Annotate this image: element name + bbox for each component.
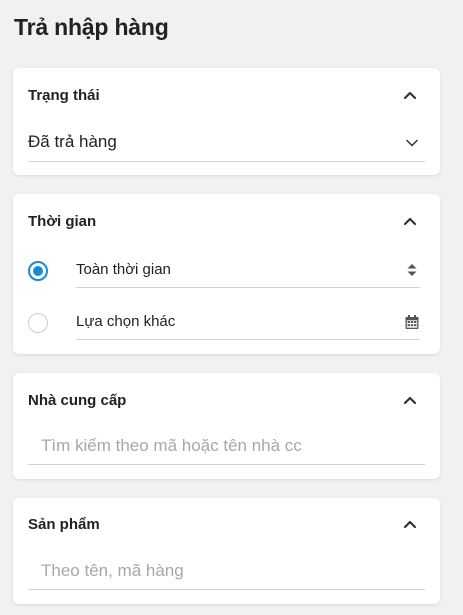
sort-updown-icon[interactable] (404, 262, 420, 278)
page-title: Trả nhập hàng (14, 14, 169, 40)
chevron-up-icon[interactable] (402, 516, 418, 532)
chevron-up-icon[interactable] (402, 392, 418, 408)
radio-custom-time[interactable] (28, 313, 48, 333)
status-panel-title: Trạng thái (28, 87, 100, 104)
time-option-custom-label: Lựa chọn khác (76, 313, 176, 330)
status-filter-panel: Trạng thái Đã trả hàng (13, 68, 440, 175)
chevron-up-icon[interactable] (402, 213, 418, 229)
product-filter-panel: Sản phẩm (13, 498, 440, 604)
time-panel-title: Thời gian (28, 213, 97, 230)
status-select[interactable]: Đã trả hàng (28, 126, 425, 162)
calendar-icon[interactable] (404, 314, 420, 330)
chevron-down-icon (406, 139, 418, 147)
time-option-all-label: Toàn thời gian (76, 261, 171, 278)
radio-all-time[interactable] (28, 261, 48, 281)
time-option-all[interactable]: Toàn thời gian (28, 252, 420, 288)
product-search-input[interactable] (28, 552, 425, 590)
status-select-value: Đã trả hàng (28, 132, 117, 151)
supplier-filter-panel: Nhà cung cấp (13, 373, 440, 479)
chevron-up-icon[interactable] (402, 87, 418, 103)
time-option-all-field[interactable]: Toàn thời gian (76, 252, 420, 288)
time-option-custom[interactable]: Lựa chọn khác (28, 304, 420, 340)
supplier-panel-title: Nhà cung cấp (28, 392, 127, 409)
supplier-search-input[interactable] (28, 427, 425, 465)
time-option-custom-field[interactable]: Lựa chọn khác (76, 304, 420, 340)
time-filter-panel: Thời gian Toàn thời gian Lựa chọn khác (13, 194, 440, 354)
product-panel-title: Sản phẩm (28, 516, 100, 533)
